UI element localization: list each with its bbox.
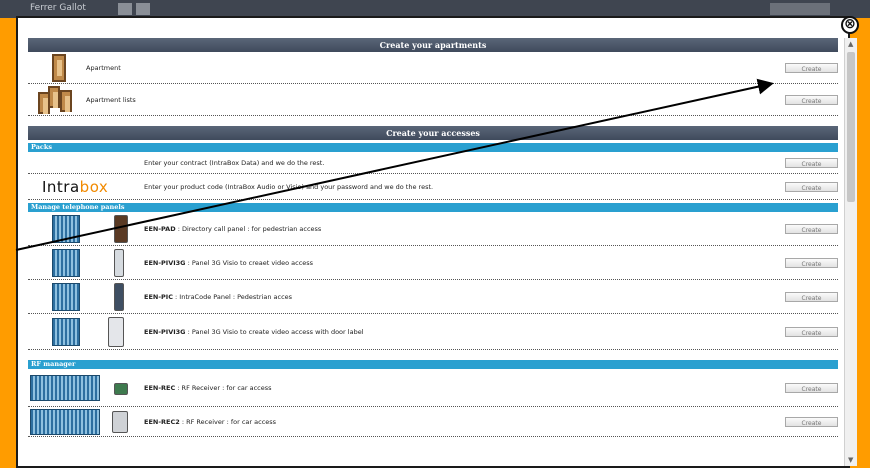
pack-product-text: Enter your product code (IntraBox Audio … bbox=[144, 182, 434, 191]
sub-header-packs: Packs bbox=[28, 143, 838, 152]
rf-text: EEN-REC : RF Receiver : for car access bbox=[144, 383, 272, 392]
create-apartment-lists-button[interactable]: Create bbox=[785, 94, 838, 105]
section-header-accesses: Create your accesses bbox=[28, 126, 838, 140]
sub-header-telephone-panels: Manage telephone panels bbox=[28, 203, 838, 212]
scroll-down-icon[interactable]: ▼ bbox=[848, 456, 853, 464]
close-icon[interactable]: ⊗ bbox=[841, 16, 859, 34]
sliding-gate-icon bbox=[30, 375, 100, 401]
panel-text: EEN-PIVI3G : Panel 3G Visio to create vi… bbox=[144, 327, 364, 336]
doors-icon bbox=[38, 86, 78, 114]
panel-row: EEN-PIC : IntraCode Panel : Pedestrian a… bbox=[28, 280, 838, 314]
gate-icon bbox=[52, 249, 80, 277]
door-icon bbox=[52, 54, 66, 82]
panel-row: EEN-PAD : Directory call panel : for ped… bbox=[28, 212, 838, 246]
panel-row: EEN-PIVI3G : Panel 3G Visio to create vi… bbox=[28, 314, 838, 350]
create-een-rec2-button[interactable]: Create bbox=[785, 416, 838, 427]
gate-icon bbox=[52, 318, 80, 346]
pack-product-row: Intrabox Enter your product code (IntraB… bbox=[28, 174, 838, 200]
vertical-scrollbar[interactable]: ▲ ▼ bbox=[844, 38, 857, 466]
create-een-pad-button[interactable]: Create bbox=[785, 223, 838, 234]
create-pack-product-button[interactable]: Create bbox=[785, 181, 838, 192]
panel-text: EEN-PIVI3G : Panel 3G Visio to creaet vi… bbox=[144, 258, 314, 267]
apartment-lists-row: Apartment lists Create bbox=[28, 84, 838, 116]
create-een-pic-button[interactable]: Create bbox=[785, 291, 838, 302]
gate-icon bbox=[52, 283, 80, 311]
receiver-board-icon bbox=[114, 383, 128, 395]
create-een-pivi3g-label-button[interactable]: Create bbox=[785, 326, 838, 337]
pack-data-row: Enter your contract (IntraBox Data) and … bbox=[28, 152, 838, 174]
pack-data-text: Enter your contract (IntraBox Data) and … bbox=[144, 158, 325, 167]
toolbar-search bbox=[770, 3, 830, 15]
panel-row: EEN-PIVI3G : Panel 3G Visio to creaet vi… bbox=[28, 246, 838, 280]
toolbar-icon bbox=[136, 3, 150, 15]
rf-row: EEN-REC2 : RF Receiver : for car access … bbox=[28, 407, 838, 437]
create-pack-data-button[interactable]: Create bbox=[785, 157, 838, 168]
create-dialog: Create your apartments Apartment Create … bbox=[16, 16, 850, 468]
apartment-label: Apartment bbox=[86, 63, 121, 72]
scroll-up-icon[interactable]: ▲ bbox=[848, 40, 853, 48]
intrabox-logo: Intrabox bbox=[42, 178, 109, 196]
receiver-box-icon bbox=[112, 411, 128, 433]
intercom-panel-icon bbox=[114, 283, 124, 311]
toolbar-icon bbox=[118, 3, 132, 15]
create-apartment-button[interactable]: Create bbox=[785, 62, 838, 73]
panel-text: EEN-PIC : IntraCode Panel : Pedestrian a… bbox=[144, 292, 293, 301]
apartment-lists-label: Apartment lists bbox=[86, 95, 136, 104]
sliding-gate-icon bbox=[30, 409, 100, 435]
create-een-pivi3g-button[interactable]: Create bbox=[785, 257, 838, 268]
rf-text: EEN-REC2 : RF Receiver : for car access bbox=[144, 417, 277, 426]
create-een-rec-button[interactable]: Create bbox=[785, 382, 838, 393]
gate-icon bbox=[52, 215, 80, 243]
section-header-apartments: Create your apartments bbox=[28, 38, 838, 52]
dialog-content: Create your apartments Apartment Create … bbox=[28, 38, 838, 437]
window-title: Ferrer Gallot bbox=[30, 3, 86, 13]
apartment-row: Apartment Create bbox=[28, 52, 838, 84]
scrollbar-thumb[interactable] bbox=[847, 52, 855, 202]
intercom-panel-icon bbox=[114, 249, 124, 277]
intercom-panel-icon bbox=[108, 317, 124, 347]
panel-text: EEN-PAD : Directory call panel : for ped… bbox=[144, 224, 322, 233]
sub-header-rf-manager: RF manager bbox=[28, 360, 838, 369]
rf-row: EEN-REC : RF Receiver : for car access C… bbox=[28, 369, 838, 407]
intercom-panel-icon bbox=[114, 215, 128, 243]
